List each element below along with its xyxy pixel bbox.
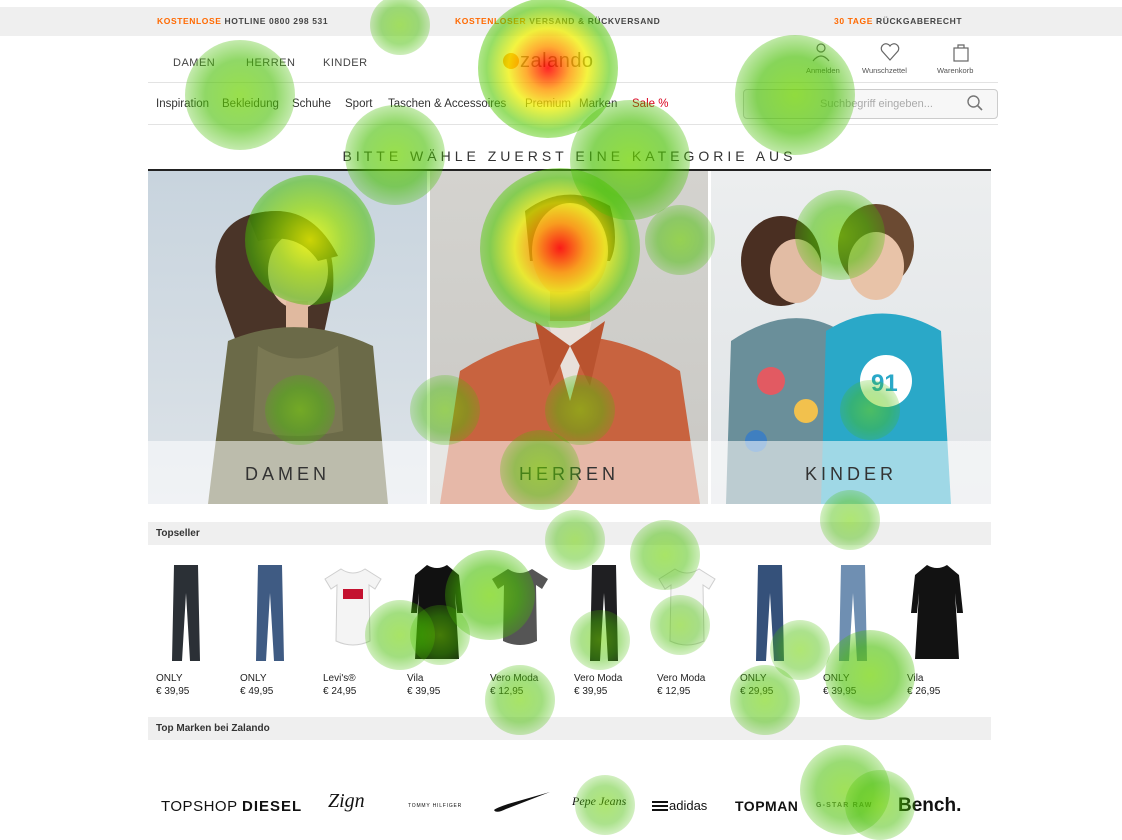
gender-tab-kinder[interactable]: KINDER — [323, 57, 368, 69]
wishlist-label[interactable]: Wunschzettel — [862, 66, 907, 75]
product-image[interactable] — [490, 563, 550, 663]
product-brand[interactable]: Vila — [907, 673, 924, 684]
heart-icon[interactable] — [879, 42, 901, 62]
product-image[interactable] — [823, 563, 883, 663]
category-tile-herren[interactable]: HERREN — [430, 171, 708, 504]
nav-marken[interactable]: Marken — [579, 98, 617, 110]
product-price: € 12,95 — [657, 686, 691, 697]
nav-taschen-accessoires[interactable]: Taschen & Accessoires — [388, 98, 506, 110]
logo-icon[interactable] — [503, 53, 519, 69]
header-divider — [148, 82, 998, 83]
product-image[interactable] — [156, 563, 216, 663]
category-heading: BITTE WÄHLE ZUERST EINE KATEGORIE AUS — [342, 148, 797, 164]
return-info: 30 TAGE RÜCKGABERECHT — [834, 16, 963, 26]
hotline-info: KOSTENLOSE HOTLINE 0800 298 531 — [157, 16, 329, 26]
product-brand[interactable]: ONLY — [156, 673, 183, 684]
tile-label-herren[interactable]: HERREN — [430, 464, 708, 485]
search-placeholder[interactable]: Suchbegriff eingeben... — [820, 98, 933, 110]
bag-icon[interactable] — [950, 42, 972, 62]
brands-title: Top Marken bei Zalando — [156, 723, 270, 734]
user-icon[interactable] — [810, 42, 832, 62]
product-price: € 24,95 — [323, 686, 357, 697]
nav-sale[interactable]: Sale % — [632, 98, 668, 110]
product-brand[interactable]: Vila — [407, 673, 424, 684]
brand-g-star-raw[interactable]: G-STAR RAW — [816, 802, 873, 809]
tile-label-damen[interactable]: DAMEN — [148, 464, 427, 485]
nav-divider — [148, 124, 998, 125]
product-brand[interactable]: ONLY — [740, 673, 767, 684]
product-brand[interactable]: Levi's® — [323, 673, 356, 684]
product-price: € 29,95 — [740, 686, 774, 697]
product-image[interactable] — [407, 563, 467, 663]
brand-pepe-jeans[interactable]: Pepe Jeans — [572, 794, 626, 809]
brand-bench[interactable]: Bench. — [898, 795, 961, 817]
login-label[interactable]: Anmelden — [806, 66, 840, 75]
product-brand[interactable]: Vero Moda — [490, 673, 538, 684]
product-brand[interactable]: ONLY — [823, 673, 850, 684]
brand-diesel[interactable]: DIESEL — [242, 798, 302, 815]
gender-tab-damen[interactable]: DAMEN — [173, 57, 215, 69]
product-price: € 26,95 — [907, 686, 941, 697]
topseller-header — [148, 522, 991, 545]
product-brand[interactable]: ONLY — [240, 673, 267, 684]
brand-zign[interactable]: Zign — [328, 790, 365, 813]
product-image[interactable] — [740, 563, 800, 663]
site-logo[interactable]: zalando — [520, 50, 594, 73]
product-brand[interactable]: Vero Moda — [574, 673, 622, 684]
levis-batwing-icon — [343, 589, 363, 599]
nav-premium[interactable]: Premium — [525, 98, 571, 110]
nike-swoosh-icon[interactable] — [492, 790, 552, 814]
nav-sport[interactable]: Sport — [345, 98, 373, 110]
category-tile-damen[interactable]: DAMEN — [148, 171, 427, 504]
brand-tommy-hilfiger[interactable]: TOMMY HILFIGER — [408, 803, 462, 809]
product-price: € 39,95 — [823, 686, 857, 697]
product-price: € 49,95 — [240, 686, 274, 697]
brands-header — [148, 717, 991, 740]
product-price: € 39,95 — [156, 686, 190, 697]
gender-tab-herren[interactable]: HERREN — [246, 57, 295, 69]
svg-text:91: 91 — [871, 370, 898, 397]
product-image[interactable] — [240, 563, 300, 663]
brand-topman[interactable]: TOPMAN — [735, 798, 798, 814]
brand-topshop[interactable]: TOPSHOP — [161, 798, 238, 815]
shipping-info: KOSTENLOSER VERSAND & RÜCKVERSAND — [455, 16, 661, 26]
product-image[interactable] — [574, 563, 634, 663]
product-price: € 39,95 — [574, 686, 608, 697]
product-image[interactable] — [323, 563, 383, 663]
tile-label-kinder[interactable]: KINDER — [711, 464, 991, 485]
category-tile-kinder[interactable]: 91 KINDER — [711, 171, 991, 504]
heatmap-blob — [800, 745, 890, 835]
nav-bekleidung[interactable]: Bekleidung — [222, 98, 279, 110]
product-image[interactable] — [907, 563, 967, 663]
cart-label[interactable]: Warenkorb — [937, 66, 973, 75]
nav-schuhe[interactable]: Schuhe — [292, 98, 331, 110]
brand-adidas[interactable]: adidas — [669, 798, 707, 813]
topseller-title: Topseller — [156, 528, 200, 539]
nav-inspiration[interactable]: Inspiration — [156, 98, 209, 110]
product-price: € 12,95 — [490, 686, 524, 697]
product-price: € 39,95 — [407, 686, 441, 697]
product-image[interactable] — [657, 563, 717, 663]
search-icon[interactable] — [966, 94, 984, 112]
product-brand[interactable]: Vero Moda — [657, 673, 705, 684]
adidas-stripes-icon — [652, 801, 668, 811]
